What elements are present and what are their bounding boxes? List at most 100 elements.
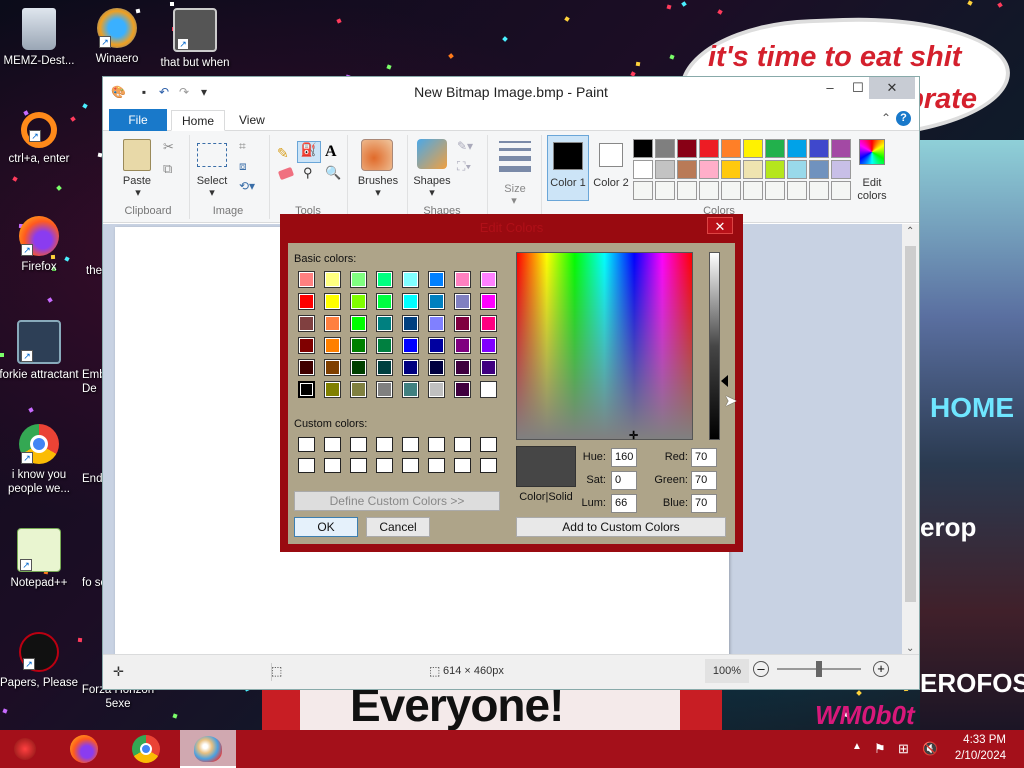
- basic-color-swatch[interactable]: [402, 315, 419, 332]
- basic-color-swatch[interactable]: [298, 381, 315, 398]
- basic-color-swatch[interactable]: [350, 293, 367, 310]
- size-icon[interactable]: [499, 141, 531, 172]
- color2-swatch[interactable]: [599, 143, 623, 167]
- vertical-scrollbar[interactable]: ⌃ ⌄: [902, 224, 919, 656]
- palette-custom-slot[interactable]: [699, 181, 719, 200]
- ok-button[interactable]: OK: [294, 517, 358, 537]
- custom-color-slot[interactable]: [454, 437, 471, 452]
- palette-swatch[interactable]: [677, 160, 697, 179]
- luminance-slider[interactable]: [709, 252, 720, 440]
- basic-color-swatch[interactable]: [480, 315, 497, 332]
- sat-input[interactable]: 0: [611, 471, 637, 490]
- basic-color-swatch[interactable]: [428, 271, 445, 288]
- pencil-icon[interactable]: ✎: [277, 145, 289, 162]
- basic-color-swatch[interactable]: [350, 381, 367, 398]
- basic-color-swatch[interactable]: [324, 359, 341, 376]
- palette-custom-slot[interactable]: [721, 181, 741, 200]
- blue-input[interactable]: 70: [691, 494, 717, 513]
- chevron-down-icon[interactable]: ▾: [427, 187, 437, 200]
- basic-color-swatch[interactable]: [350, 359, 367, 376]
- basic-color-swatch[interactable]: [376, 359, 393, 376]
- palette-swatch[interactable]: [655, 139, 675, 158]
- taskbar-firefox[interactable]: [58, 730, 114, 768]
- scroll-down-icon[interactable]: ⌄: [906, 643, 914, 654]
- custom-color-slot[interactable]: [402, 458, 419, 473]
- palette-swatch[interactable]: [787, 160, 807, 179]
- basic-color-swatch[interactable]: [402, 293, 419, 310]
- start-button[interactable]: [0, 730, 56, 768]
- custom-color-slot[interactable]: [324, 458, 341, 473]
- zoom-in-button[interactable]: +: [873, 661, 889, 677]
- custom-color-slot[interactable]: [298, 437, 315, 452]
- copy-icon[interactable]: ⧉: [163, 161, 172, 177]
- crop-icon[interactable]: ⌗: [239, 139, 246, 154]
- palette-swatch[interactable]: [765, 160, 785, 179]
- basic-color-swatch[interactable]: [428, 381, 445, 398]
- dialog-close-button[interactable]: ✕: [707, 217, 733, 234]
- palette-custom-slot[interactable]: [743, 181, 763, 200]
- shapes-icon[interactable]: [417, 139, 447, 169]
- red-input[interactable]: 70: [691, 448, 717, 467]
- basic-color-swatch[interactable]: [480, 381, 497, 398]
- basic-color-swatch[interactable]: [350, 315, 367, 332]
- basic-color-swatch[interactable]: [480, 337, 497, 354]
- fill-icon[interactable]: ⛽: [297, 141, 321, 163]
- help-icon[interactable]: ?: [896, 111, 911, 126]
- basic-color-swatch[interactable]: [298, 337, 315, 354]
- fill-shape-icon[interactable]: ⛶▾: [457, 159, 471, 174]
- green-input[interactable]: 70: [691, 471, 717, 490]
- custom-color-slot[interactable]: [480, 458, 497, 473]
- desktop-icon-ctrl-a-enter[interactable]: ↗ ctrl+a, enter: [0, 112, 79, 166]
- eraser-icon[interactable]: [277, 166, 295, 181]
- palette-swatch[interactable]: [809, 139, 829, 158]
- basic-color-swatch[interactable]: [324, 381, 341, 398]
- palette-swatch[interactable]: [721, 160, 741, 179]
- custom-color-slot[interactable]: [350, 437, 367, 452]
- palette-swatch[interactable]: [831, 139, 851, 158]
- basic-color-swatch[interactable]: [376, 293, 393, 310]
- text-icon[interactable]: A: [325, 143, 337, 161]
- basic-color-swatch[interactable]: [298, 271, 315, 288]
- palette-swatch[interactable]: [655, 160, 675, 179]
- color-picker-icon[interactable]: ⚲: [303, 165, 313, 181]
- basic-color-swatch[interactable]: [376, 337, 393, 354]
- paste-icon[interactable]: [123, 139, 151, 171]
- close-button[interactable]: ✕: [869, 77, 915, 99]
- lum-input[interactable]: 66: [611, 494, 637, 513]
- palette-swatch[interactable]: [721, 139, 741, 158]
- color1-selector[interactable]: [547, 135, 589, 201]
- palette-custom-slot[interactable]: [633, 181, 653, 200]
- scrollbar-thumb[interactable]: [905, 246, 916, 602]
- minimize-button[interactable]: –: [815, 77, 845, 99]
- palette-swatch[interactable]: [743, 139, 763, 158]
- basic-color-swatch[interactable]: [350, 271, 367, 288]
- basic-color-swatch[interactable]: [428, 315, 445, 332]
- clock-date[interactable]: 2/10/2024: [926, 750, 1006, 762]
- palette-swatch[interactable]: [633, 139, 653, 158]
- scroll-up-icon[interactable]: ⌃: [906, 226, 914, 237]
- basic-color-swatch[interactable]: [480, 271, 497, 288]
- tab-file[interactable]: File: [109, 109, 167, 131]
- basic-color-swatch[interactable]: [298, 293, 315, 310]
- basic-color-swatch[interactable]: [324, 293, 341, 310]
- luminance-arrow-icon[interactable]: [721, 375, 728, 387]
- tab-view[interactable]: View: [229, 110, 275, 131]
- basic-color-swatch[interactable]: [428, 359, 445, 376]
- palette-swatch[interactable]: [677, 139, 697, 158]
- basic-color-swatch[interactable]: [376, 271, 393, 288]
- add-to-custom-colors-button[interactable]: Add to Custom Colors: [516, 517, 726, 537]
- palette-swatch[interactable]: [765, 139, 785, 158]
- magnifier-icon[interactable]: 🔍: [325, 165, 341, 181]
- resize-icon[interactable]: ⧈: [239, 159, 247, 174]
- palette-custom-slot[interactable]: [655, 181, 675, 200]
- collapse-ribbon-icon[interactable]: ⌃: [881, 111, 891, 125]
- custom-color-slot[interactable]: [376, 437, 393, 452]
- palette-swatch[interactable]: [787, 139, 807, 158]
- basic-color-swatch[interactable]: [324, 337, 341, 354]
- palette-swatch[interactable]: [633, 160, 653, 179]
- paint-titlebar[interactable]: 🎨 ▪ ↶ ↷ ▾ New Bitmap Image.bmp - Paint –…: [103, 77, 919, 107]
- basic-color-swatch[interactable]: [350, 337, 367, 354]
- basic-color-swatch[interactable]: [480, 359, 497, 376]
- clock-time[interactable]: 4:33 PM: [926, 734, 1006, 746]
- palette-custom-slot[interactable]: [765, 181, 785, 200]
